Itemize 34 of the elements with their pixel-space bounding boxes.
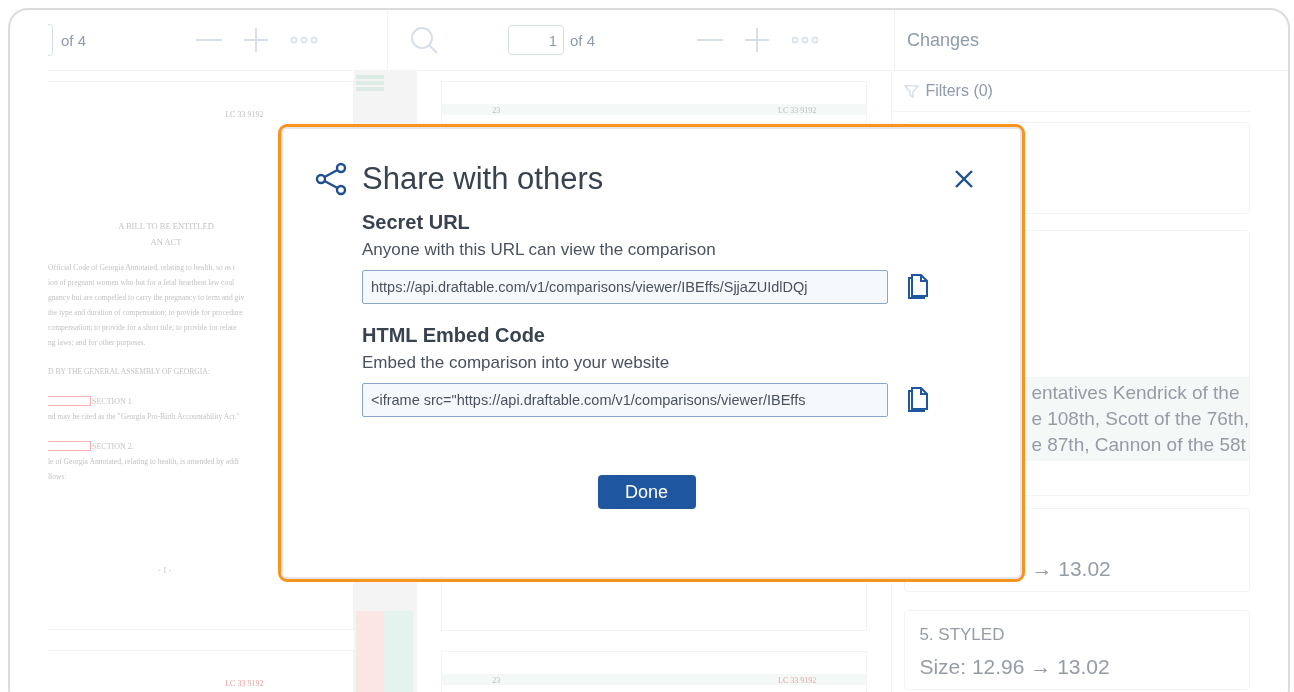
panel-title: Changes xyxy=(907,29,980,51)
page-count: of 4 xyxy=(570,31,596,49)
change-type: 5. STYLED xyxy=(919,625,1006,645)
change-text: → 13.02 xyxy=(1031,557,1112,581)
share-icon xyxy=(315,162,349,196)
section-heading: HTML Embed Code xyxy=(362,324,546,347)
dialog-title: Share with others xyxy=(362,161,604,197)
deletion-marker xyxy=(48,441,91,451)
change-text: Size: 12.96 → 13.02 xyxy=(919,655,1111,679)
close-icon[interactable] xyxy=(954,169,974,189)
section-heading: Secret URL xyxy=(362,211,471,234)
more-icon[interactable] xyxy=(290,36,319,44)
section-description: Embed the comparison into your website xyxy=(362,353,671,373)
deletion-marker xyxy=(48,396,91,406)
more-icon[interactable] xyxy=(791,36,820,44)
page-count: of 4 xyxy=(61,31,87,49)
done-button[interactable]: Done xyxy=(597,475,696,509)
page-input[interactable]: 1 xyxy=(508,25,564,55)
link-field[interactable]: <iframe src="https://api.draftable.com/v1/comparisons/viewer/IBEffs xyxy=(362,383,888,417)
change-text: e 87th, Cannon of the 58t xyxy=(1031,433,1247,457)
change-text: entatives Kendrick of the xyxy=(1031,381,1241,405)
search-icon[interactable] xyxy=(410,26,438,54)
document-code: LC 33 9192 xyxy=(225,678,264,688)
filter-icon[interactable] xyxy=(904,83,920,99)
copy-icon[interactable] xyxy=(907,387,929,413)
copy-icon[interactable] xyxy=(907,274,929,300)
link-field[interactable]: https://api.draftable.com/v1/comparisons/viewer/IBEffs/SjjaZUIdlDQj xyxy=(362,270,888,304)
change-text: e 108th, Scott of the 76th, xyxy=(1031,407,1249,431)
change-card[interactable]: 5. STYLED Size: 12.96 → 13.02 xyxy=(904,610,1250,690)
document-code: LC 33 9192 xyxy=(778,676,817,686)
filters-button[interactable]: Filters (0) xyxy=(925,82,993,100)
zoom-in-icon[interactable] xyxy=(244,28,269,52)
section-description: Anyone with this URL can view the comparison xyxy=(362,240,717,260)
zoom-in-icon[interactable] xyxy=(745,28,770,52)
